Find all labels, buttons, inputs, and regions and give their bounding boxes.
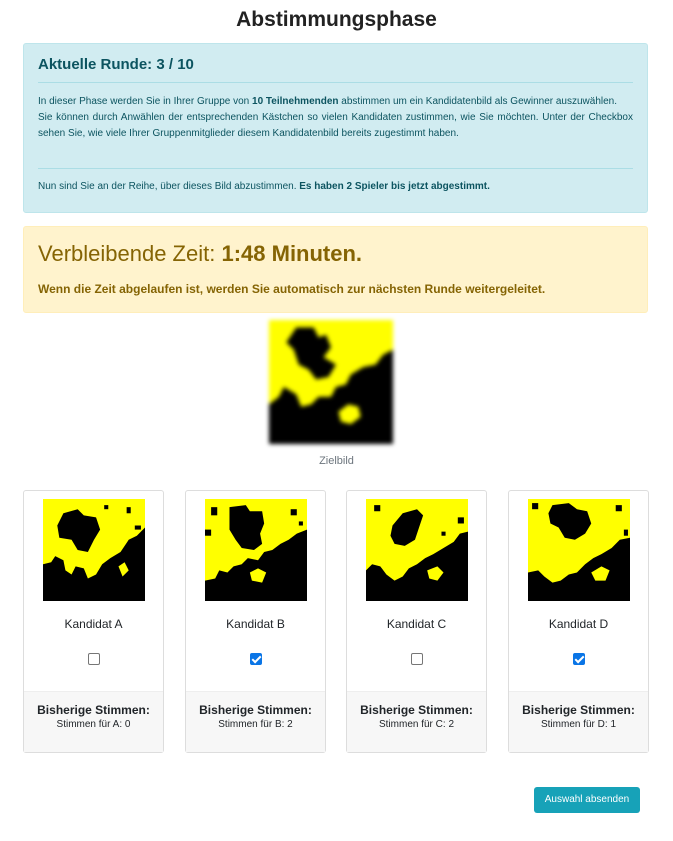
votes-count: Stimmen für B: 2	[218, 719, 293, 730]
vote-count-panel: Bisherige Stimmen: Stimmen für A: 0	[24, 691, 163, 752]
vote-count-panel: Bisherige Stimmen: Stimmen für B: 2	[186, 691, 325, 752]
votes-heading: Bisherige Stimmen:	[37, 703, 150, 717]
vote-checkbox-a[interactable]	[88, 653, 100, 665]
vote-checkbox-b[interactable]	[250, 653, 262, 665]
target-image-caption: Zielbild	[319, 455, 354, 467]
timer-panel: Verbleibende Zeit: 1:48 Minuten. Wenn di…	[23, 226, 648, 313]
target-image	[269, 320, 393, 444]
submit-selection-button[interactable]: Auswahl absenden	[534, 787, 640, 813]
round-info-panel: Aktuelle Runde: 3 / 10 In dieser Phase w…	[23, 43, 648, 213]
instruction-text-1: In dieser Phase werden Sie in Ihrer Grup…	[38, 96, 633, 139]
vote-count-panel: Bisherige Stimmen: Stimmen für D: 1	[509, 691, 648, 752]
candidate-card-a: Kandidat A Bisherige Stimmen: Stimmen fü…	[23, 490, 164, 753]
candidate-name: Kandidat B	[226, 617, 285, 631]
candidate-image-b	[205, 499, 307, 601]
divider	[38, 82, 633, 83]
remaining-time: Verbleibende Zeit: 1:48 Minuten.	[38, 241, 363, 266]
candidate-name: Kandidat D	[548, 617, 609, 631]
votes-count: Stimmen für A: 0	[56, 719, 131, 730]
page-title: Abstimmungsphase	[236, 8, 437, 31]
candidate-name: Kandidat A	[64, 617, 123, 631]
vote-count-panel: Bisherige Stimmen: Stimmen für C: 2	[347, 691, 486, 752]
votes-count: Stimmen für C: 2	[378, 719, 455, 730]
round-heading: Aktuelle Runde: 3 / 10	[38, 56, 194, 73]
vote-checkbox-d[interactable]	[573, 653, 585, 665]
vote-checkbox-c[interactable]	[411, 653, 423, 665]
instruction-text-2: Nun sind Sie an der Reihe, über dieses B…	[38, 181, 490, 192]
candidate-image-d	[528, 499, 630, 601]
candidate-name: Kandidat C	[386, 617, 447, 631]
candidate-card-d: Kandidat D Bisherige Stimmen: Stimmen fü…	[508, 490, 649, 753]
candidate-image-c	[366, 499, 468, 601]
candidate-card-c: Kandidat C Bisherige Stimmen: Stimmen fü…	[346, 490, 487, 753]
votes-heading: Bisherige Stimmen:	[199, 703, 312, 717]
votes-heading: Bisherige Stimmen:	[360, 703, 473, 717]
divider	[38, 168, 633, 169]
votes-heading: Bisherige Stimmen:	[522, 703, 635, 717]
candidate-card-b: Kandidat B Bisherige Stimmen: Stimmen fü…	[185, 490, 326, 753]
votes-count: Stimmen für D: 1	[540, 719, 617, 730]
timer-note: Wenn die Zeit abgelaufen ist, werden Sie…	[38, 282, 546, 296]
candidate-image-a	[43, 499, 145, 601]
